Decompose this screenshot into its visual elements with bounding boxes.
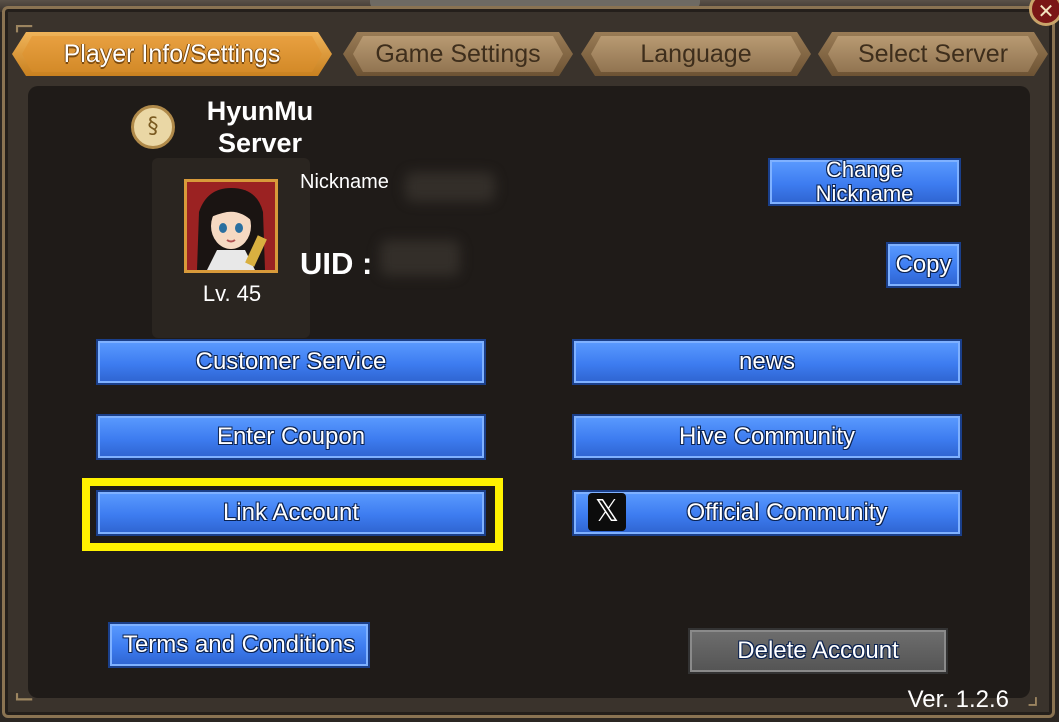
tab-select-server[interactable]: Select Server	[818, 32, 1048, 76]
character-portrait-icon	[187, 182, 275, 270]
tab-language[interactable]: Language	[581, 32, 811, 76]
player-level: Lv. 45	[202, 281, 262, 306]
tab-label: Language	[640, 39, 752, 68]
nickname-label: Nickname	[300, 171, 389, 193]
version-label: Ver. 1.2.6	[907, 686, 1009, 713]
uid-label: UID :	[300, 246, 373, 281]
server-name: HyunMu Server	[206, 96, 314, 158]
terms-and-conditions-button[interactable]: Terms and Conditions	[108, 622, 370, 668]
highlight-box	[82, 478, 503, 551]
tab-label: Select Server	[857, 39, 1009, 68]
enter-coupon-button[interactable]: Enter Coupon	[96, 414, 486, 460]
tab-game-settings[interactable]: Game Settings	[343, 32, 573, 76]
customer-service-button[interactable]: Customer Service	[96, 339, 486, 385]
uid-value-blurred	[380, 240, 460, 276]
tab-label: Game Settings	[375, 39, 541, 68]
hive-community-button[interactable]: Hive Community	[572, 414, 962, 460]
delete-account-button[interactable]: Delete Account	[688, 628, 948, 674]
server-emblem-icon: §	[131, 105, 175, 149]
close-icon: ✕	[1037, 1, 1055, 23]
news-button[interactable]: news	[572, 339, 962, 385]
tab-player-info[interactable]: Player Info/Settings	[12, 32, 332, 76]
official-community-button[interactable]: Official Community	[572, 490, 962, 536]
x-logo-icon: 𝕏	[588, 493, 626, 531]
change-nickname-button[interactable]: Change Nickname	[768, 158, 961, 206]
tab-label: Player Info/Settings	[63, 39, 281, 68]
nickname-value-blurred	[405, 172, 495, 202]
copy-uid-button[interactable]: Copy	[886, 242, 961, 288]
avatar[interactable]	[184, 179, 278, 273]
